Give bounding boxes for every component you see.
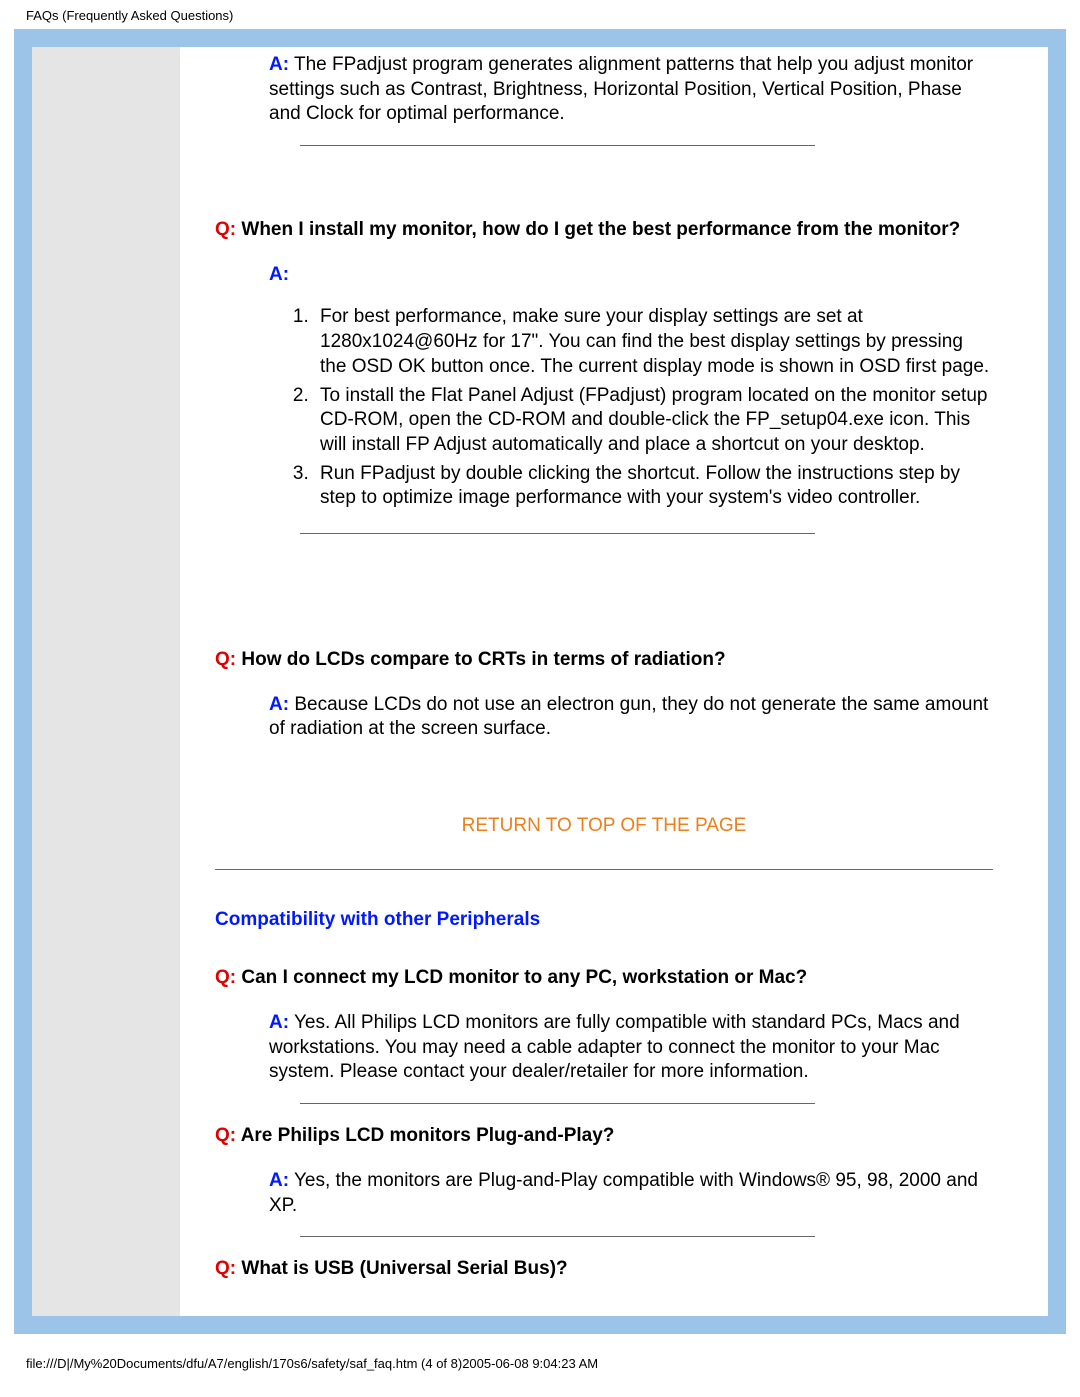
a-label: A: xyxy=(269,694,289,715)
answer-block-q3: A: Yes. All Philips LCD monitors are ful… xyxy=(269,1011,993,1085)
answer-block-q4: A: Yes, the monitors are Plug-and-Play c… xyxy=(269,1169,993,1218)
answer-block-q1: A: For best performance, make sure your … xyxy=(269,263,993,511)
q-label: Q: xyxy=(215,219,236,240)
q-label: Q: xyxy=(215,967,236,988)
list-item: To install the Flat Panel Adjust (FPadju… xyxy=(314,384,993,458)
left-gutter xyxy=(32,47,180,1316)
list-item: Run FPadjust by double clicking the shor… xyxy=(314,462,993,511)
page-footer-path: file:///D|/My%20Documents/dfu/A7/english… xyxy=(0,1334,1080,1381)
answer-body: Yes. All Philips LCD monitors are fully … xyxy=(269,1012,960,1082)
q-label: Q: xyxy=(215,649,236,670)
a-label: A: xyxy=(269,54,289,75)
question-plug-and-play: Q: Are Philips LCD monitors Plug-and-Pla… xyxy=(215,1124,993,1149)
answer-block-top: A: The FPadjust program generates alignm… xyxy=(269,53,993,127)
answer-list: For best performance, make sure your dis… xyxy=(314,305,993,511)
return-to-top-link[interactable]: RETURN TO TOP OF THE PAGE xyxy=(215,814,993,839)
answer-text: A: Yes, the monitors are Plug-and-Play c… xyxy=(269,1169,993,1218)
q-label: Q: xyxy=(215,1125,236,1146)
a-label: A: xyxy=(269,1170,289,1191)
answer-text: A: xyxy=(269,263,993,288)
question-text: Are Philips LCD monitors Plug-and-Play? xyxy=(241,1125,615,1146)
answer-text: A: Yes. All Philips LCD monitors are ful… xyxy=(269,1011,993,1085)
question-text: Can I connect my LCD monitor to any PC, … xyxy=(241,967,807,988)
list-item: For best performance, make sure your dis… xyxy=(314,305,993,379)
answer-body: Because LCDs do not use an electron gun,… xyxy=(269,694,988,740)
divider xyxy=(300,145,815,146)
page-header: FAQs (Frequently Asked Questions) xyxy=(0,0,1080,29)
question-text: When I install my monitor, how do I get … xyxy=(241,219,960,240)
answer-block-q2: A: Because LCDs do not use an electron g… xyxy=(269,693,993,742)
answer-body: Yes, the monitors are Plug-and-Play comp… xyxy=(269,1170,978,1216)
question-best-performance: Q: When I install my monitor, how do I g… xyxy=(215,218,993,243)
content-panel: A: The FPadjust program generates alignm… xyxy=(180,47,1048,1316)
divider xyxy=(300,533,815,534)
q-label: Q: xyxy=(215,1258,236,1279)
divider xyxy=(300,1103,815,1104)
a-label: A: xyxy=(269,1012,289,1033)
question-compatibility: Q: Can I connect my LCD monitor to any P… xyxy=(215,966,993,991)
question-radiation: Q: How do LCDs compare to CRTs in terms … xyxy=(215,648,993,673)
question-text: What is USB (Universal Serial Bus)? xyxy=(241,1258,567,1279)
answer-text: A: Because LCDs do not use an electron g… xyxy=(269,693,993,742)
outer-frame: A: The FPadjust program generates alignm… xyxy=(14,29,1066,1334)
gray-panel: A: The FPadjust program generates alignm… xyxy=(32,47,1048,1316)
question-usb: Q: What is USB (Universal Serial Bus)? xyxy=(215,1257,993,1282)
question-text: How do LCDs compare to CRTs in terms of … xyxy=(241,649,725,670)
answer-text: A: The FPadjust program generates alignm… xyxy=(269,53,993,127)
divider xyxy=(300,1236,815,1237)
section-divider xyxy=(215,869,993,870)
answer-body: The FPadjust program generates alignment… xyxy=(269,54,973,124)
section-title-compatibility: Compatibility with other Peripherals xyxy=(215,908,993,933)
a-label: A: xyxy=(269,264,289,285)
